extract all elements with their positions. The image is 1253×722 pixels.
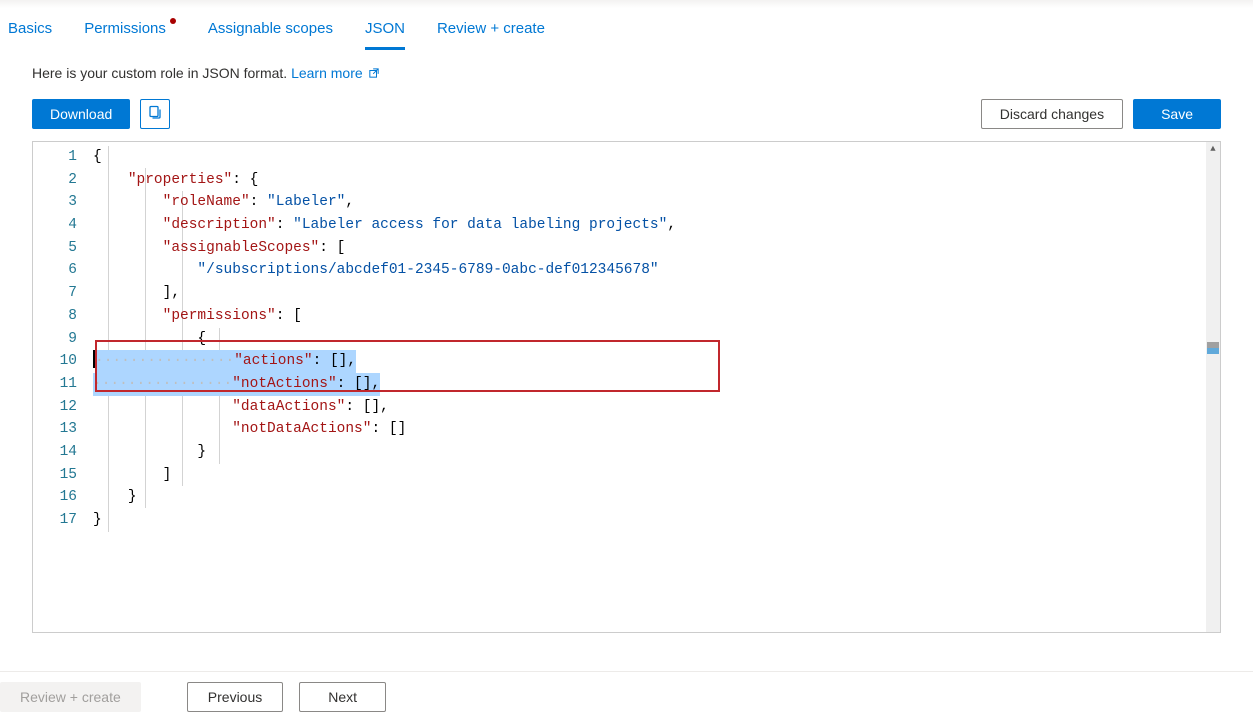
- line-number: 13: [33, 418, 77, 441]
- code-line-17: }: [93, 509, 1206, 532]
- vertical-scrollbar[interactable]: ▲: [1206, 142, 1220, 632]
- description-row: Here is your custom role in JSON format.…: [32, 65, 1221, 81]
- review-create-button: Review + create: [0, 682, 141, 712]
- scroll-up-arrow-icon[interactable]: ▲: [1206, 142, 1220, 156]
- line-number: 14: [33, 441, 77, 464]
- code-line-10: ················"actions": [],: [93, 350, 1206, 373]
- code-line-9: {: [93, 328, 1206, 351]
- code-line-7: ],: [93, 282, 1206, 305]
- external-link-icon: [369, 67, 379, 81]
- previous-button[interactable]: Previous: [187, 682, 283, 712]
- code-line-12: "dataActions": [],: [93, 396, 1206, 419]
- learn-more-link[interactable]: Learn more: [291, 65, 378, 81]
- line-number: 10: [33, 350, 77, 373]
- description-text: Here is your custom role in JSON format.: [32, 65, 291, 81]
- download-button[interactable]: Download: [32, 99, 130, 129]
- code-line-2: "properties": {: [93, 169, 1206, 192]
- line-number: 4: [33, 214, 77, 237]
- save-button[interactable]: Save: [1133, 99, 1221, 129]
- copy-icon: [147, 105, 163, 124]
- top-border: [0, 0, 1253, 8]
- next-button[interactable]: Next: [299, 682, 386, 712]
- code-line-5: "assignableScopes": [: [93, 237, 1206, 260]
- code-line-1: {: [93, 146, 1206, 169]
- toolbar-right: Discard changes Save: [981, 99, 1221, 129]
- code-line-16: }: [93, 486, 1206, 509]
- code-line-13: "notDataActions": []: [93, 418, 1206, 441]
- toolbar: Download Discard changes Save: [32, 99, 1221, 129]
- tab-json[interactable]: JSON: [365, 8, 405, 49]
- tab-permissions[interactable]: Permissions: [84, 8, 176, 49]
- line-number: 16: [33, 486, 77, 509]
- line-number: 8: [33, 305, 77, 328]
- tab-assignable-scopes[interactable]: Assignable scopes: [208, 8, 333, 49]
- code-line-14: }: [93, 441, 1206, 464]
- line-number: 3: [33, 191, 77, 214]
- discard-changes-button[interactable]: Discard changes: [981, 99, 1123, 129]
- code-area[interactable]: { "properties": { "roleName": "Labeler",…: [93, 142, 1206, 632]
- code-line-3: "roleName": "Labeler",: [93, 191, 1206, 214]
- line-number: 1: [33, 146, 77, 169]
- permissions-changed-dot-icon: [170, 18, 176, 24]
- copy-button[interactable]: [140, 99, 170, 129]
- text-cursor-icon: [93, 350, 95, 368]
- json-editor[interactable]: 1 2 3 4 5 6 7 8 9 10 11 12 13 14 15 16 1…: [32, 141, 1221, 633]
- line-number: 2: [33, 169, 77, 192]
- code-line-6: "/subscriptions/abcdef01-2345-6789-0abc-…: [93, 259, 1206, 282]
- tab-basics[interactable]: Basics: [8, 8, 52, 49]
- code-line-8: "permissions": [: [93, 305, 1206, 328]
- line-number: 17: [33, 509, 77, 532]
- code-line-15: ]: [93, 464, 1206, 487]
- content-area: Here is your custom role in JSON format.…: [0, 65, 1253, 633]
- line-number: 9: [33, 328, 77, 351]
- code-line-11: ················"notActions": [],: [93, 373, 1206, 396]
- toolbar-left: Download: [32, 99, 170, 129]
- line-number: 5: [33, 237, 77, 260]
- tab-bar: Basics Permissions Assignable scopes JSO…: [0, 8, 1253, 49]
- code-line-4: "description": "Labeler access for data …: [93, 214, 1206, 237]
- learn-more-label: Learn more: [291, 65, 363, 81]
- tab-review-create[interactable]: Review + create: [437, 8, 545, 49]
- line-number: 6: [33, 259, 77, 282]
- line-number: 12: [33, 396, 77, 419]
- overview-mark: [1207, 348, 1219, 354]
- footer-bar: Review + create Previous Next: [0, 671, 1253, 722]
- line-number: 11: [33, 373, 77, 396]
- line-number: 15: [33, 464, 77, 487]
- tab-permissions-label: Permissions: [84, 20, 166, 37]
- line-number-gutter: 1 2 3 4 5 6 7 8 9 10 11 12 13 14 15 16 1…: [33, 142, 93, 632]
- line-number: 7: [33, 282, 77, 305]
